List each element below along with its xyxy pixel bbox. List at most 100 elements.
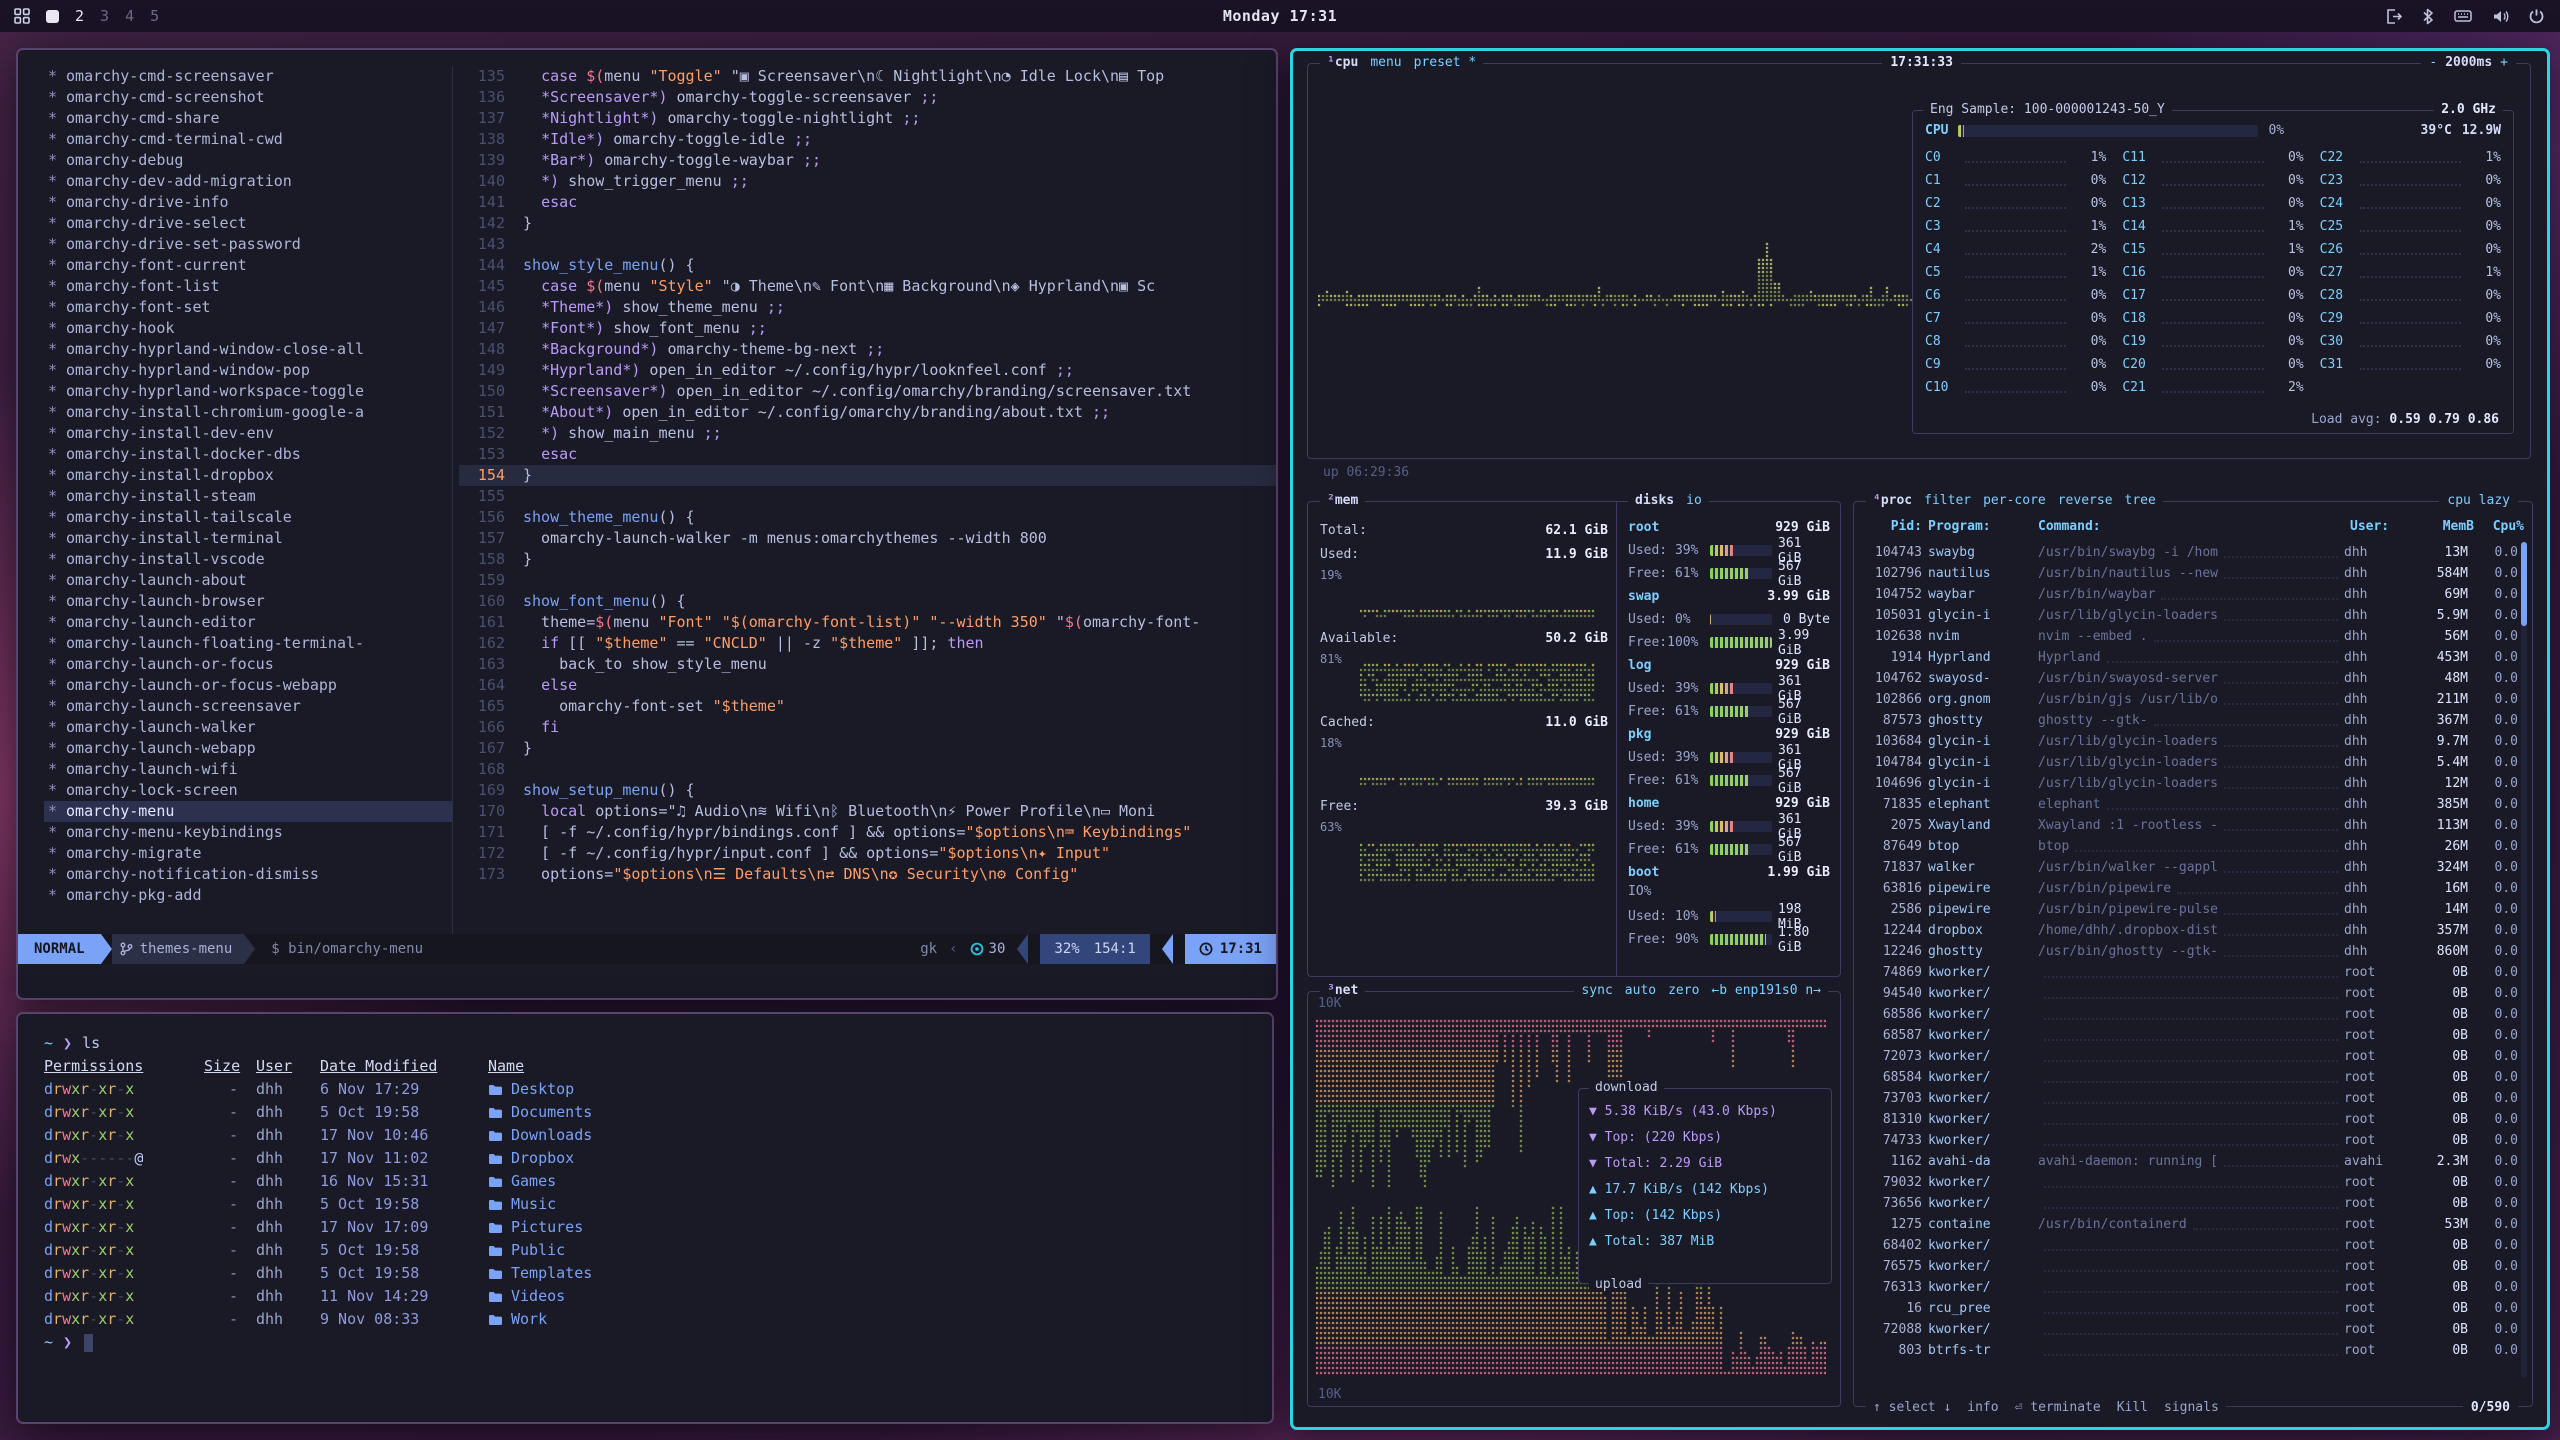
header-mem[interactable]: MemB [2416,519,2474,534]
volume-icon[interactable] [2492,9,2509,24]
file-list-item[interactable]: * omarchy-font-list [44,276,452,297]
file-list-item[interactable]: * omarchy-migrate [44,843,452,864]
header-pid[interactable]: Pid: [1864,519,1922,534]
terminate-action[interactable]: ⏎ terminate [2015,1400,2101,1415]
header-program[interactable]: Program: [1928,519,2032,534]
process-row[interactable]: 103684 glycin-i /usr/lib/glycin-loaders … [1864,731,2518,752]
process-row[interactable]: 105031 glycin-i /usr/lib/glycin-loaders … [1864,605,2518,626]
per-core-button[interactable]: per-core [1983,493,2046,508]
shell-prompt-line[interactable]: ~ ❯ [44,1331,1246,1354]
file-list-item[interactable]: * omarchy-menu-keybindings [44,822,452,843]
process-row[interactable]: 68584 kworker/ root 0B 0.0 [1864,1067,2518,1088]
reverse-button[interactable]: reverse [2058,493,2113,508]
code-pane[interactable]: 135 case $(menu "Toggle" "▣ Screensaver\… [453,66,1276,934]
select-action[interactable]: ↑ select ↓ [1873,1400,1951,1415]
header-cpu[interactable]: Cpu% [2480,519,2524,534]
apps-grid-icon[interactable] [14,8,30,24]
file-list-item[interactable]: * omarchy-launch-screensaver [44,696,452,717]
file-list-item[interactable]: * omarchy-install-vscode [44,549,452,570]
tree-button[interactable]: tree [2125,493,2156,508]
process-row[interactable]: 803 btrfs-tr root 0B 0.0 [1864,1340,2518,1361]
process-row[interactable]: 104696 glycin-i /usr/lib/glycin-loaders … [1864,773,2518,794]
net-interface-selector[interactable]: ←b enp191s0 n→ [1711,983,1821,998]
process-row[interactable]: 87649 btop btop dhh 26M 0.0 [1864,836,2518,857]
process-row[interactable]: 74869 kworker/ root 0B 0.0 [1864,962,2518,983]
file-list-item[interactable]: * omarchy-drive-info [44,192,452,213]
file-list-item[interactable]: * omarchy-launch-browser [44,591,452,612]
net-sync-button[interactable]: sync [1581,983,1612,998]
process-row[interactable]: 1914 Hyprland Hyprland dhh 453M 0.0 [1864,647,2518,668]
process-row[interactable]: 12244 dropbox /home/dhh/.dropbox-dist dh… [1864,920,2518,941]
file-list-item[interactable]: * omarchy-font-current [44,255,452,276]
process-row[interactable]: 104752 waybar /usr/bin/waybar dhh 69M 0.… [1864,584,2518,605]
process-row[interactable]: 79032 kworker/ root 0B 0.0 [1864,1172,2518,1193]
workspace-3[interactable]: 3 [100,7,109,25]
interval-decrease-button[interactable]: - [2429,55,2437,70]
info-action[interactable]: info [1967,1400,1998,1415]
process-row[interactable]: 102638 nvim nvim --embed . dhh 56M 0.0 [1864,626,2518,647]
file-list-item[interactable]: * omarchy-hook [44,318,452,339]
process-row[interactable]: 1275 containe /usr/bin/containerd root 5… [1864,1214,2518,1235]
file-list-item[interactable]: * omarchy-pkg-add [44,885,452,906]
process-row[interactable]: 72088 kworker/ root 0B 0.0 [1864,1319,2518,1340]
process-row[interactable]: 72073 kworker/ root 0B 0.0 [1864,1046,2518,1067]
file-list-item[interactable]: * omarchy-hyprland-window-close-all [44,339,452,360]
file-list-item[interactable]: * omarchy-notification-dismiss [44,864,452,885]
process-row[interactable]: 2586 pipewire /usr/bin/pipewire-pulse dh… [1864,899,2518,920]
process-row[interactable]: 73703 kworker/ root 0B 0.0 [1864,1088,2518,1109]
file-list-item[interactable]: * omarchy-hyprland-workspace-toggle [44,381,452,402]
net-zero-button[interactable]: zero [1668,983,1699,998]
file-list-item[interactable]: * omarchy-launch-editor [44,612,452,633]
workspace-2[interactable]: 2 [75,7,84,25]
file-list-item[interactable]: * omarchy-lock-screen [44,780,452,801]
file-list-item[interactable]: * omarchy-launch-walker [44,717,452,738]
process-row[interactable]: 102866 org.gnom /usr/bin/gjs /usr/lib/o … [1864,689,2518,710]
file-list-item[interactable]: * omarchy-install-chromium-google-a [44,402,452,423]
process-scrollbar[interactable] [2521,542,2527,1378]
net-auto-button[interactable]: auto [1625,983,1656,998]
signals-action[interactable]: signals [2164,1400,2219,1415]
file-list-item[interactable]: * omarchy-cmd-terminal-cwd [44,129,452,150]
process-row[interactable]: 76575 kworker/ root 0B 0.0 [1864,1256,2518,1277]
bluetooth-icon[interactable] [2422,8,2434,25]
header-user[interactable]: User: [2350,519,2410,534]
process-row[interactable]: 76313 kworker/ root 0B 0.0 [1864,1277,2518,1298]
file-list-item[interactable]: * omarchy-cmd-screensaver [44,66,452,87]
file-list-item[interactable]: * omarchy-drive-set-password [44,234,452,255]
process-row[interactable]: 104762 swayosd- /usr/bin/swayosd-server … [1864,668,2518,689]
file-list-item[interactable]: * omarchy-install-dev-env [44,423,452,444]
scrollbar-thumb[interactable] [2521,542,2527,626]
clock[interactable]: Monday 17:31 [1223,7,1337,25]
process-row[interactable]: 68587 kworker/ root 0B 0.0 [1864,1025,2518,1046]
file-list-item[interactable]: * omarchy-launch-wifi [44,759,452,780]
process-row[interactable]: 1162 avahi-da avahi-daemon: running [ av… [1864,1151,2518,1172]
process-row[interactable]: 81310 kworker/ root 0B 0.0 [1864,1109,2518,1130]
file-list-item[interactable]: * omarchy-launch-about [44,570,452,591]
preset-button[interactable]: preset * [1414,55,1477,70]
process-row[interactable]: 73656 kworker/ root 0B 0.0 [1864,1193,2518,1214]
process-row[interactable]: 74733 kworker/ root 0B 0.0 [1864,1130,2518,1151]
file-list-item[interactable]: * omarchy-launch-or-focus-webapp [44,675,452,696]
process-row[interactable]: 104743 swaybg /usr/bin/swaybg -i /hom dh… [1864,542,2518,563]
io-mode-button[interactable]: io [1686,493,1702,508]
process-row[interactable]: 2075 Xwayland Xwayland :1 -rootless - dh… [1864,815,2518,836]
file-list-item[interactable]: * omarchy-install-tailscale [44,507,452,528]
file-list-item[interactable]: * omarchy-hyprland-window-pop [44,360,452,381]
workspace-5[interactable]: 5 [150,7,159,25]
workspace-4[interactable]: 4 [125,7,134,25]
file-list-item[interactable]: * omarchy-cmd-share [44,108,452,129]
file-list-item[interactable]: * omarchy-launch-or-focus [44,654,452,675]
file-list-item[interactable]: * omarchy-menu [44,801,452,822]
kill-action[interactable]: Kill [2117,1400,2148,1415]
interval-increase-button[interactable]: + [2500,55,2508,70]
keyboard-icon[interactable] [2454,9,2472,23]
process-row[interactable]: 71835 elephant elephant dhh 385M 0.0 [1864,794,2518,815]
logout-icon[interactable] [2385,8,2402,25]
sort-selector[interactable]: cpu lazy [2439,493,2518,508]
file-list-item[interactable]: * omarchy-install-terminal [44,528,452,549]
process-row[interactable]: 68402 kworker/ root 0B 0.0 [1864,1235,2518,1256]
process-row[interactable]: 87573 ghostty ghostty --gtk- dhh 367M 0.… [1864,710,2518,731]
process-row[interactable]: 68586 kworker/ root 0B 0.0 [1864,1004,2518,1025]
file-list-item[interactable]: * omarchy-dev-add-migration [44,171,452,192]
file-list-item[interactable]: * omarchy-launch-webapp [44,738,452,759]
